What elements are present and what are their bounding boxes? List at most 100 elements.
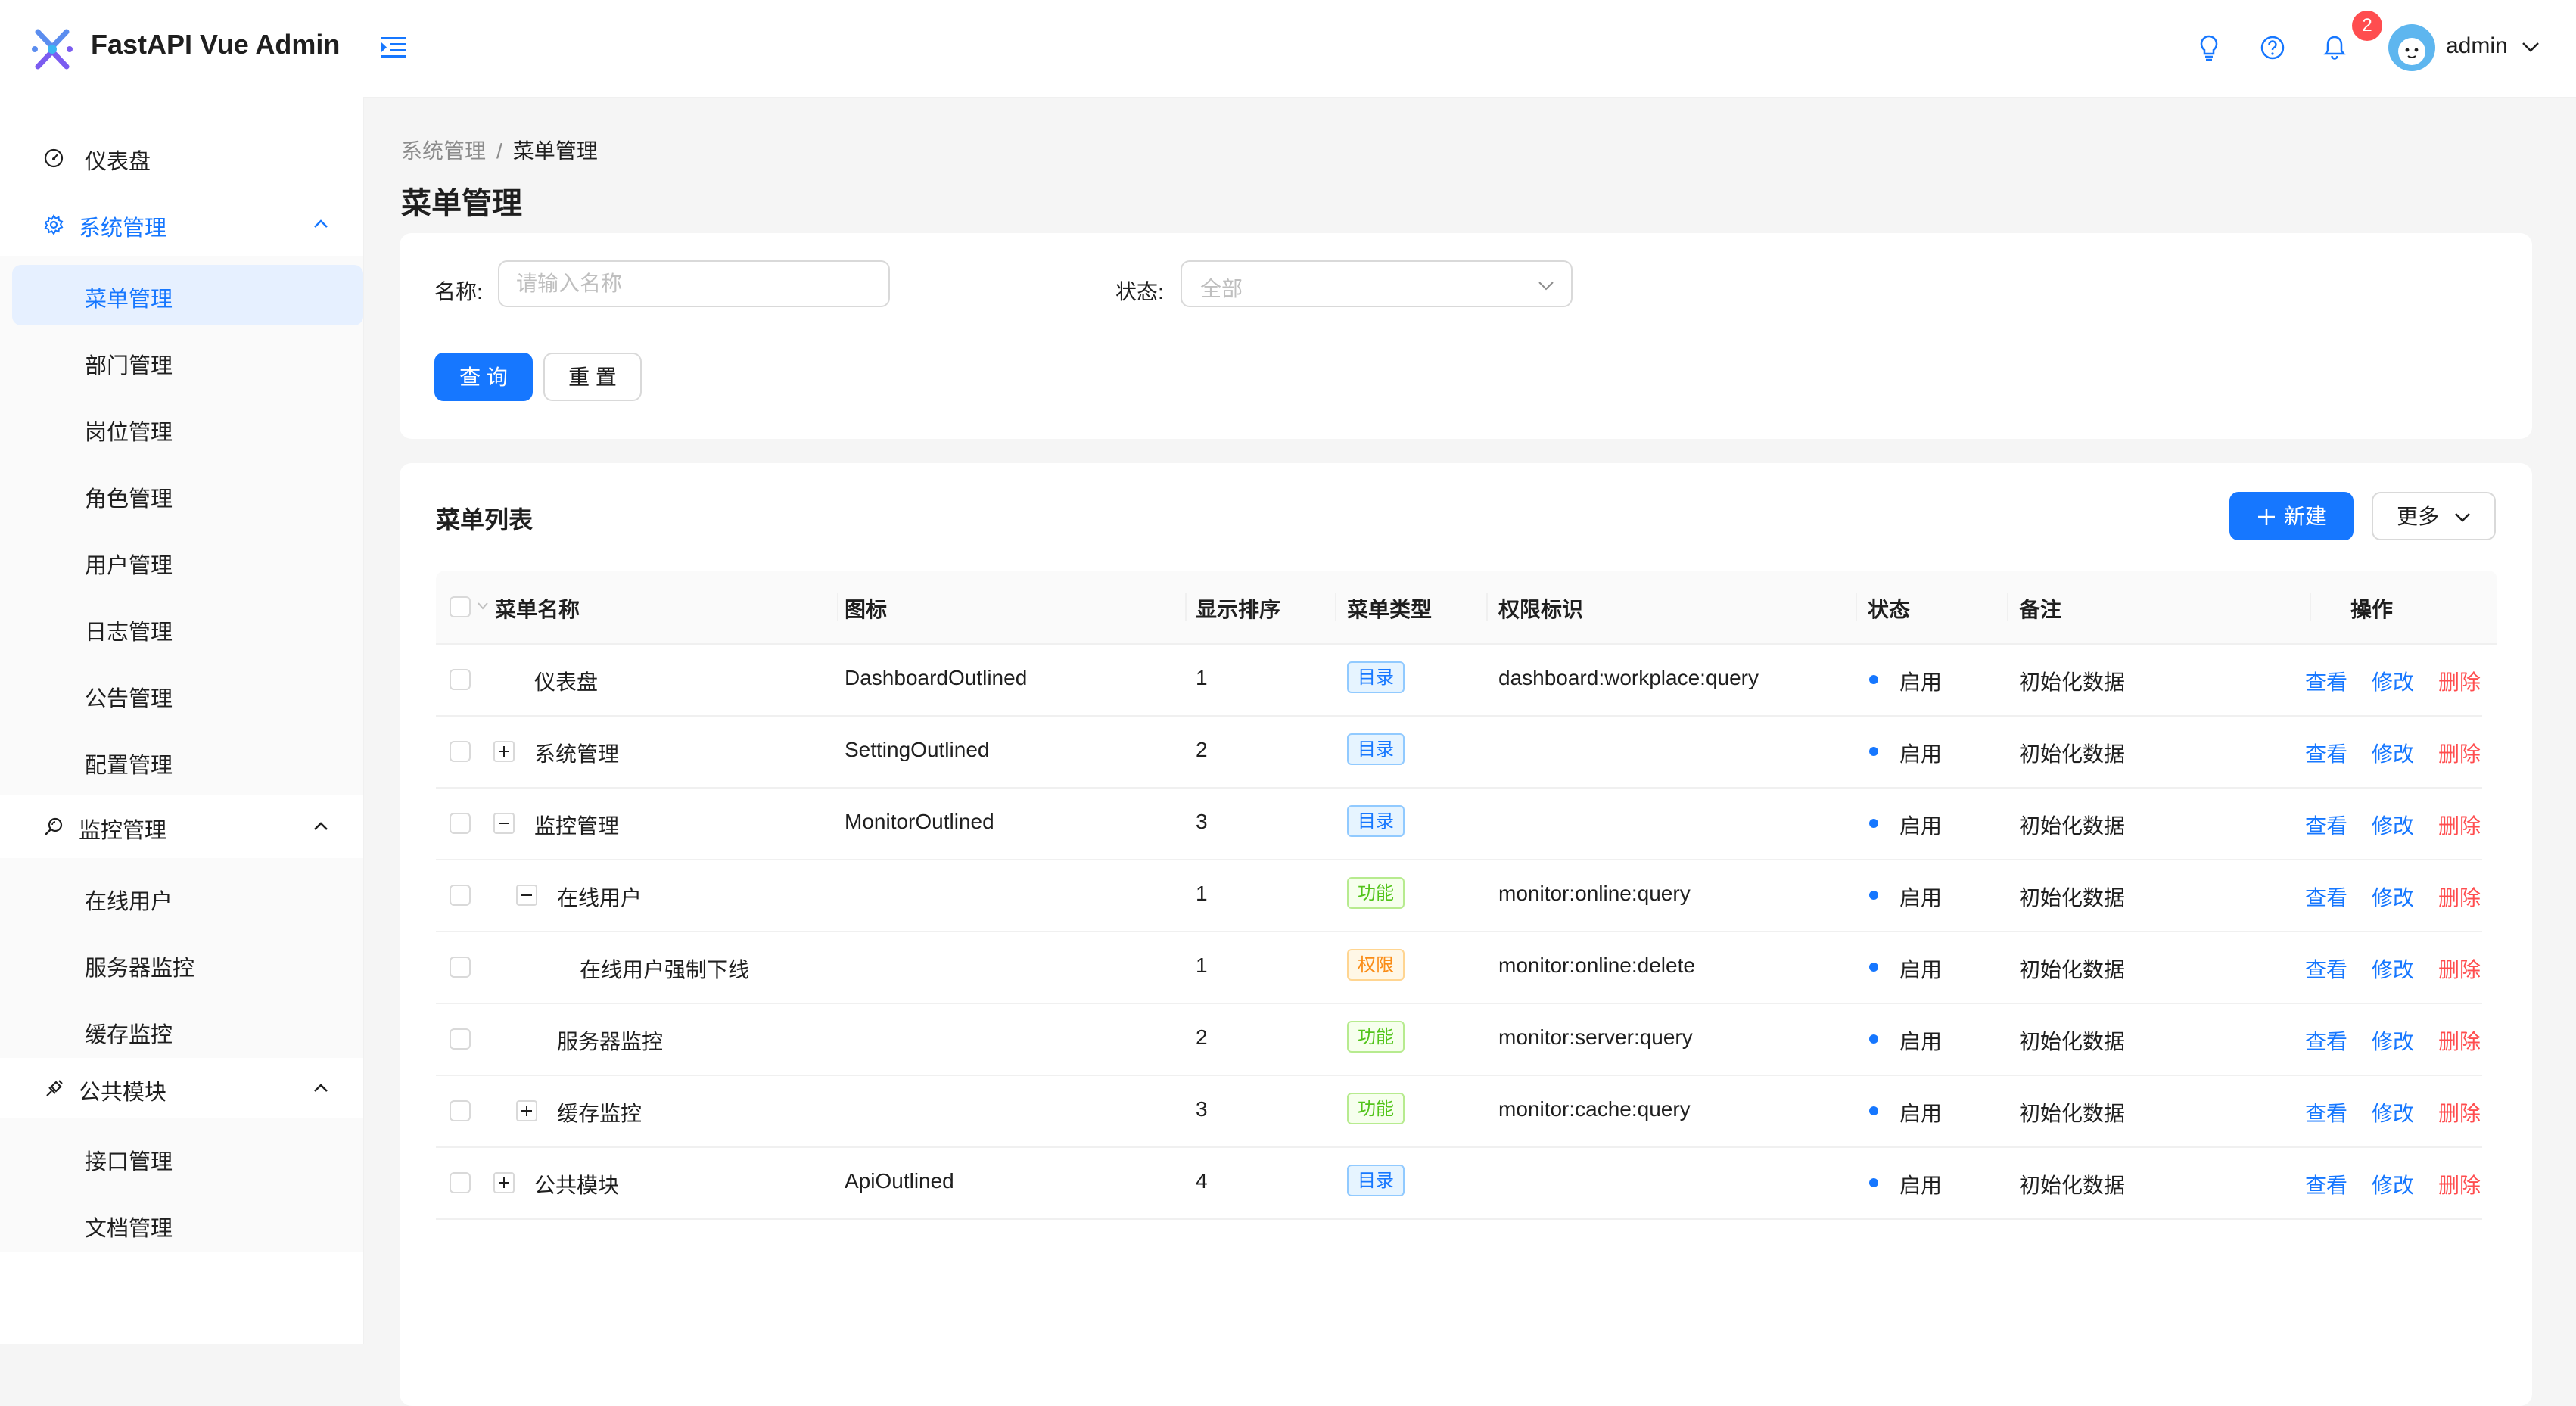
sidebar-group-monitor[interactable]: 监控管理	[0, 796, 363, 857]
username[interactable]: admin	[2446, 33, 2508, 59]
sidebar-group-system[interactable]: 系统管理	[0, 194, 363, 254]
delete-link[interactable]: 删除	[2438, 666, 2481, 696]
edit-link[interactable]: 修改	[2372, 1097, 2414, 1128]
chevron-down-icon	[2455, 513, 2470, 522]
collapse-row-button[interactable]	[493, 813, 515, 834]
edit-link[interactable]: 修改	[2372, 810, 2414, 840]
menu-collapse-icon[interactable]	[380, 33, 407, 61]
edit-link[interactable]: 修改	[2372, 882, 2414, 912]
table-header: 菜单名称 图标 显示排序 菜单类型 权限标识 状态 备注 操作	[436, 571, 2497, 645]
delete-link[interactable]: 删除	[2438, 1097, 2481, 1128]
sidebar-item-doc-mgmt[interactable]: 文档管理	[0, 1194, 363, 1255]
reset-button[interactable]: 重 置	[543, 353, 642, 401]
edit-link[interactable]: 修改	[2372, 666, 2414, 696]
app-logo-icon	[32, 29, 73, 70]
collapse-row-button[interactable]	[516, 885, 537, 906]
view-link[interactable]: 查看	[2305, 1025, 2347, 1056]
query-button[interactable]: 查 询	[434, 353, 533, 401]
row-checkbox[interactable]	[450, 669, 471, 690]
column-header: 菜单名称	[495, 598, 580, 621]
row-checkbox[interactable]	[450, 885, 471, 906]
menu-permission: monitor:online:query	[1498, 882, 1691, 905]
row-checkbox[interactable]	[450, 1028, 471, 1050]
table-row[interactable]: 在线用户 1 功能 monitor:online:query 启用 初始化数据 …	[436, 859, 2482, 932]
status-select[interactable]: 全部	[1181, 260, 1573, 307]
help-icon[interactable]	[2257, 32, 2288, 64]
expand-row-button[interactable]	[493, 741, 515, 762]
row-checkbox[interactable]	[450, 741, 471, 762]
view-link[interactable]: 查看	[2305, 1169, 2347, 1199]
table-row[interactable]: 监控管理 MonitorOutlined 3 目录 启用 初始化数据 查看 修改…	[436, 787, 2482, 860]
expand-row-button[interactable]	[516, 1100, 537, 1121]
sidebar-item-log-mgmt[interactable]: 日志管理	[0, 598, 363, 658]
sidebar-group-label: 系统管理	[79, 216, 167, 241]
view-link[interactable]: 查看	[2305, 882, 2347, 912]
chevron-down-icon[interactable]	[477, 601, 489, 611]
chevron-down-icon	[1538, 282, 1554, 291]
table-row[interactable]: 在线用户强制下线 1 权限 monitor:online:delete 启用 初…	[436, 931, 2482, 1004]
row-checkbox[interactable]	[450, 1172, 471, 1193]
menu-permission: monitor:online:delete	[1498, 953, 1695, 977]
table-row[interactable]: 仪表盘 DashboardOutlined 1 目录 dashboard:wor…	[436, 643, 2482, 717]
sidebar-item-online-users[interactable]: 在线用户	[0, 867, 363, 928]
row-checkbox[interactable]	[450, 1100, 471, 1121]
expand-row-button[interactable]	[493, 1172, 515, 1193]
menu-order: 1	[1196, 953, 1208, 977]
status-dot	[1869, 963, 1878, 972]
row-checkbox[interactable]	[450, 813, 471, 834]
column-divider	[2310, 593, 2311, 621]
delete-link[interactable]: 删除	[2438, 738, 2481, 768]
view-link[interactable]: 查看	[2305, 810, 2347, 840]
edit-link[interactable]: 修改	[2372, 1169, 2414, 1199]
sidebar-group-common[interactable]: 公共模块	[0, 1058, 363, 1118]
breadcrumb-item[interactable]: 系统管理	[401, 139, 486, 163]
sidebar-item-dept-mgmt[interactable]: 部门管理	[0, 331, 363, 392]
table-title: 菜单列表	[436, 506, 534, 533]
lightbulb-icon[interactable]	[2193, 32, 2225, 64]
menu-order: 1	[1196, 666, 1208, 689]
sidebar-item-label: 角色管理	[85, 487, 173, 512]
menu-remark: 初始化数据	[2019, 742, 2126, 766]
new-button[interactable]: 新建	[2229, 492, 2354, 540]
name-input[interactable]	[498, 260, 890, 307]
sidebar-item-role-mgmt[interactable]: 角色管理	[0, 465, 363, 525]
table-row[interactable]: 公共模块 ApiOutlined 4 目录 启用 初始化数据 查看 修改 删除	[436, 1146, 2482, 1220]
view-link[interactable]: 查看	[2305, 666, 2347, 696]
sidebar-item-label: 配置管理	[85, 754, 173, 778]
sidebar-item-cache-monitor[interactable]: 缓存监控	[0, 1000, 363, 1061]
view-link[interactable]: 查看	[2305, 738, 2347, 768]
chevron-down-icon[interactable]	[2522, 39, 2540, 54]
sidebar-item-post-mgmt[interactable]: 岗位管理	[0, 398, 363, 459]
delete-link[interactable]: 删除	[2438, 882, 2481, 912]
menu-name: 公共模块	[534, 1174, 620, 1197]
menu-order: 4	[1196, 1169, 1208, 1193]
sidebar-item-config-mgmt[interactable]: 配置管理	[0, 731, 363, 792]
menu-type-tag: 目录	[1347, 805, 1405, 837]
bell-icon[interactable]	[2319, 32, 2350, 64]
table-row[interactable]: 服务器监控 2 功能 monitor:server:query 启用 初始化数据…	[436, 1003, 2482, 1076]
delete-link[interactable]: 删除	[2438, 953, 2481, 984]
sidebar-item-server-monitor[interactable]: 服务器监控	[0, 934, 363, 994]
menu-status: 启用	[1899, 1102, 1943, 1125]
column-header: 图标	[845, 598, 888, 621]
edit-link[interactable]: 修改	[2372, 738, 2414, 768]
select-all-checkbox[interactable]	[450, 596, 471, 617]
delete-link[interactable]: 删除	[2438, 1025, 2481, 1056]
table-row[interactable]: 系统管理 SettingOutlined 2 目录 启用 初始化数据 查看 修改…	[436, 715, 2482, 789]
avatar[interactable]	[2388, 24, 2435, 71]
sidebar-item-menu-mgmt[interactable]: 菜单管理	[0, 265, 363, 325]
edit-link[interactable]: 修改	[2372, 953, 2414, 984]
view-link[interactable]: 查看	[2305, 953, 2347, 984]
delete-link[interactable]: 删除	[2438, 1169, 2481, 1199]
edit-link[interactable]: 修改	[2372, 1025, 2414, 1056]
sidebar-item-notice-mgmt[interactable]: 公告管理	[0, 664, 363, 725]
table-row[interactable]: 缓存监控 3 功能 monitor:cache:query 启用 初始化数据 查…	[436, 1075, 2482, 1148]
sidebar-item-label: 菜单管理	[85, 288, 173, 312]
sidebar-item-api-mgmt[interactable]: 接口管理	[0, 1128, 363, 1188]
sidebar-item-user-mgmt[interactable]: 用户管理	[0, 531, 363, 592]
more-button[interactable]: 更多	[2372, 492, 2496, 540]
sidebar-item-dashboard[interactable]: 仪表盘	[0, 127, 363, 188]
view-link[interactable]: 查看	[2305, 1097, 2347, 1128]
row-checkbox[interactable]	[450, 957, 471, 978]
delete-link[interactable]: 删除	[2438, 810, 2481, 840]
